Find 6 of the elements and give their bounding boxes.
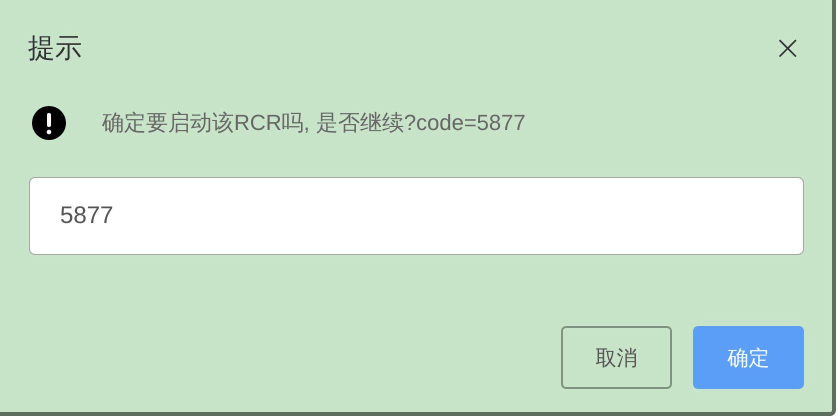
input-field[interactable]: 5877 <box>29 177 804 255</box>
close-button[interactable]: × <box>774 31 802 65</box>
warning-icon <box>32 106 66 140</box>
cancel-button[interactable]: 取消 <box>561 326 672 389</box>
message-text: 确定要启动该RCR吗, 是否继续?code=5877 <box>102 109 526 137</box>
dialog-title: 提示 <box>28 32 82 65</box>
